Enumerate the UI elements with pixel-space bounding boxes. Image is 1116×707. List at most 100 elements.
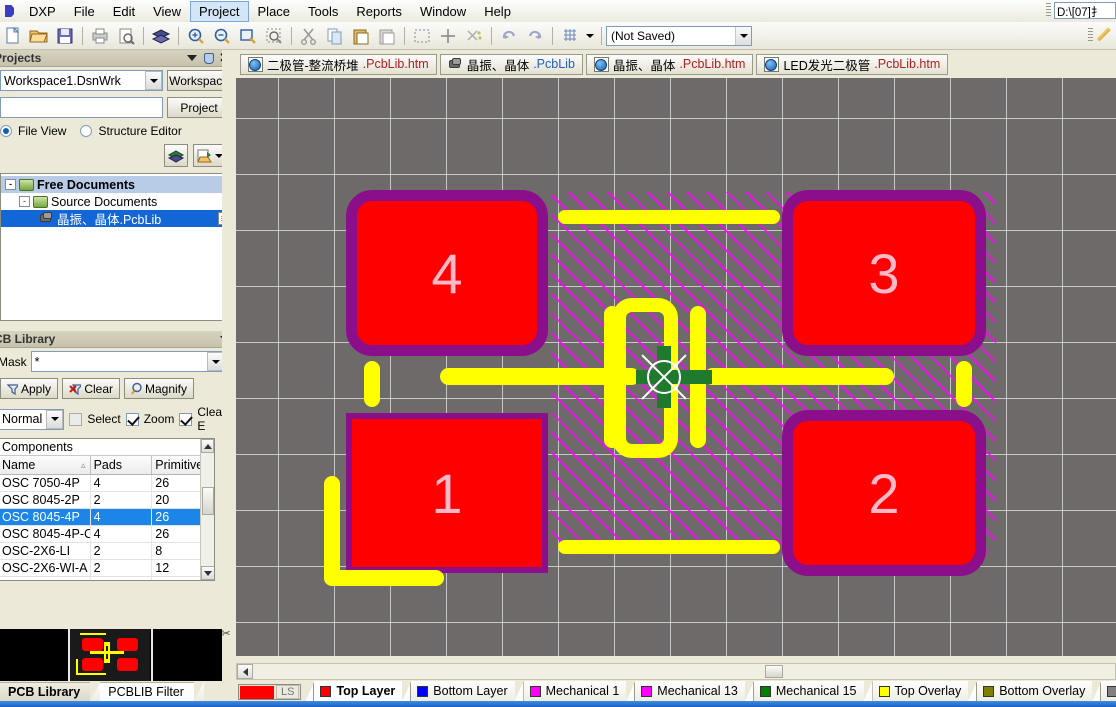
layer-tab-top-overlay[interactable]: Top Overlay (872, 681, 969, 701)
toolbar-grip[interactable] (1046, 3, 1051, 18)
menu-item-window[interactable]: Window (411, 1, 475, 22)
save-icon[interactable] (53, 24, 77, 48)
menu-item-project[interactable]: Project (190, 0, 249, 22)
table-row[interactable]: OSC-2X6-LI 2 8 (0, 543, 214, 560)
zoom-out-icon[interactable] (210, 24, 234, 48)
scrollbar-thumb[interactable] (202, 487, 214, 515)
layer-tab-mechanical-1[interactable]: Mechanical 1 (523, 681, 627, 701)
project-combo[interactable] (0, 97, 163, 118)
document-path-field[interactable]: D:\[07]扌 (1054, 2, 1116, 19)
menu-item-tools[interactable]: Tools (299, 1, 347, 22)
clear-filter-icon (69, 383, 82, 395)
mask-input[interactable]: * (30, 351, 225, 372)
clear-button[interactable]: Clear (62, 378, 120, 399)
chevron-down-icon[interactable] (46, 409, 64, 429)
silkscreen-tick-left (364, 361, 380, 407)
document-tab-2[interactable]: 晶振、晶体 .PcbLib.htm (585, 53, 754, 75)
apply-button[interactable]: Apply (0, 378, 58, 399)
layer-tab-top-layer[interactable]: Top Layer (314, 681, 403, 701)
table-row[interactable]: OSC 8045-2P 2 20 (0, 492, 214, 509)
chevron-down-icon[interactable] (187, 55, 198, 61)
new-document-icon[interactable] (1, 24, 25, 48)
layer-set-label[interactable]: LS (276, 685, 300, 699)
magnify-button[interactable]: Magnify (124, 378, 194, 399)
cell-pads: 4 (91, 509, 153, 525)
layer-tab-mechanical-13[interactable]: Mechanical 13 (635, 681, 745, 701)
scrollbar-thumb[interactable] (765, 665, 783, 678)
expander-icon[interactable]: - (5, 179, 16, 190)
menu-item-reports[interactable]: Reports (347, 1, 411, 22)
menu-item-place[interactable]: Place (249, 1, 300, 22)
board-layers-icon[interactable] (149, 24, 173, 48)
document-tab-ext: .PcbLib.htm (679, 57, 746, 71)
pcblib-document-icon (39, 211, 54, 226)
mode-combo[interactable]: Normal (0, 408, 65, 430)
layer-tab-top-paste[interactable]: Top Paste (1101, 681, 1116, 701)
table-row[interactable]: OSC 7050-4P 4 26 (0, 475, 214, 492)
document-tab-1[interactable]: 晶振、晶体 .PcbLib (439, 53, 583, 75)
grid-dropdown-arrow[interactable] (584, 24, 596, 48)
table-row[interactable]: OSC-2X6-WI-A 2 12 (0, 560, 214, 577)
tree-item-source-documents[interactable]: - Source Documents (1, 193, 228, 210)
tree-item-pcblib[interactable]: 晶振、晶体.PcbLib (1, 210, 228, 227)
zoom-selected-icon[interactable] (262, 24, 286, 48)
menu-item-view[interactable]: View (144, 1, 190, 22)
toolbar-separator (291, 26, 292, 45)
tab-pcblib-filter[interactable]: PCBLIB Filter (100, 682, 194, 701)
tree-item-free-documents[interactable]: - Free Documents (1, 176, 228, 193)
menu-item-help[interactable]: Help (475, 1, 520, 22)
layer-tab-label: Bottom Layer (433, 684, 508, 698)
menu-item-dxp[interactable]: DXP (20, 1, 65, 22)
scroll-left-button[interactable] (237, 664, 253, 679)
layer-set-selector[interactable]: LS (238, 684, 302, 700)
column-header-name[interactable]: Name ▵ (0, 456, 91, 474)
project-row: Project (0, 94, 235, 121)
panel-splitter[interactable] (222, 50, 235, 680)
zoom-in-icon[interactable] (184, 24, 208, 48)
pin-icon[interactable] (202, 52, 215, 64)
toolbar-grip-right[interactable] (1088, 28, 1093, 43)
pencil-icon[interactable] (1096, 26, 1116, 46)
document-tab-3[interactable]: LED发光二极管 .PcbLib.htm (756, 53, 949, 75)
move-icon (436, 24, 460, 48)
table-row[interactable]: OSC-2X6-WI-B312 (0, 577, 214, 580)
canvas-horizontal-scrollbar[interactable] (236, 663, 1116, 680)
structure-editor-radio[interactable] (80, 125, 93, 137)
zoom-checkbox[interactable] (125, 412, 139, 426)
grid-icon[interactable] (558, 24, 582, 48)
menu-item-file[interactable]: File (65, 1, 104, 22)
scroll-down-button[interactable] (201, 566, 214, 580)
menu-item-edit[interactable]: Edit (104, 1, 144, 22)
clear-existing-checkbox[interactable] (179, 412, 193, 426)
table-row-selected[interactable]: OSC 8045-4P 4 26 (0, 509, 214, 526)
chevron-down-icon[interactable] (145, 71, 162, 90)
pad-2[interactable]: 2 (782, 410, 986, 576)
layer-tab-mechanical-15[interactable]: Mechanical 15 (753, 681, 864, 701)
select-checkbox[interactable] (69, 412, 83, 426)
file-view-radio[interactable] (0, 125, 12, 137)
silkscreen-tick-right (956, 361, 972, 407)
pad-4[interactable]: 4 (346, 190, 548, 356)
layer-tab-bottom-layer[interactable]: Bottom Layer (411, 681, 515, 701)
project-tree[interactable]: - Free Documents - Source Documents 晶振、晶… (0, 173, 229, 321)
layer-tab-bottom-overlay[interactable]: Bottom Overlay (977, 681, 1093, 701)
table-row[interactable]: OSC 8045-4P-C 4 26 (0, 526, 214, 543)
pad-3[interactable]: 3 (782, 190, 986, 356)
workspace-combo[interactable]: Workspace1.DsnWrk (0, 70, 163, 91)
board-icon[interactable] (164, 144, 188, 167)
zoom-area-icon[interactable] (236, 24, 260, 48)
components-grid[interactable]: Components Name ▵ Pads Primitives OSC 70… (0, 438, 215, 581)
expander-icon[interactable]: - (19, 196, 30, 207)
column-header-pads[interactable]: Pads (91, 456, 153, 474)
components-vertical-scrollbar[interactable] (200, 439, 214, 580)
pad-1[interactable]: 1 (346, 413, 548, 573)
open-folder-icon[interactable] (27, 24, 51, 48)
tab-pcb-library[interactable]: PCB Library (0, 682, 91, 701)
document-tab-label: 晶振、晶体 (466, 58, 530, 73)
chevron-down-icon[interactable] (735, 26, 751, 45)
grid-preset-combo[interactable]: (Not Saved) (606, 25, 752, 46)
document-tab-0[interactable]: 二极管-整流桥堆 .PcbLib.htm (240, 53, 437, 75)
pcb-canvas[interactable]: 4 3 1 2 (236, 78, 1116, 656)
silkscreen-track-bottom (558, 540, 780, 554)
scroll-up-button[interactable] (201, 439, 214, 453)
